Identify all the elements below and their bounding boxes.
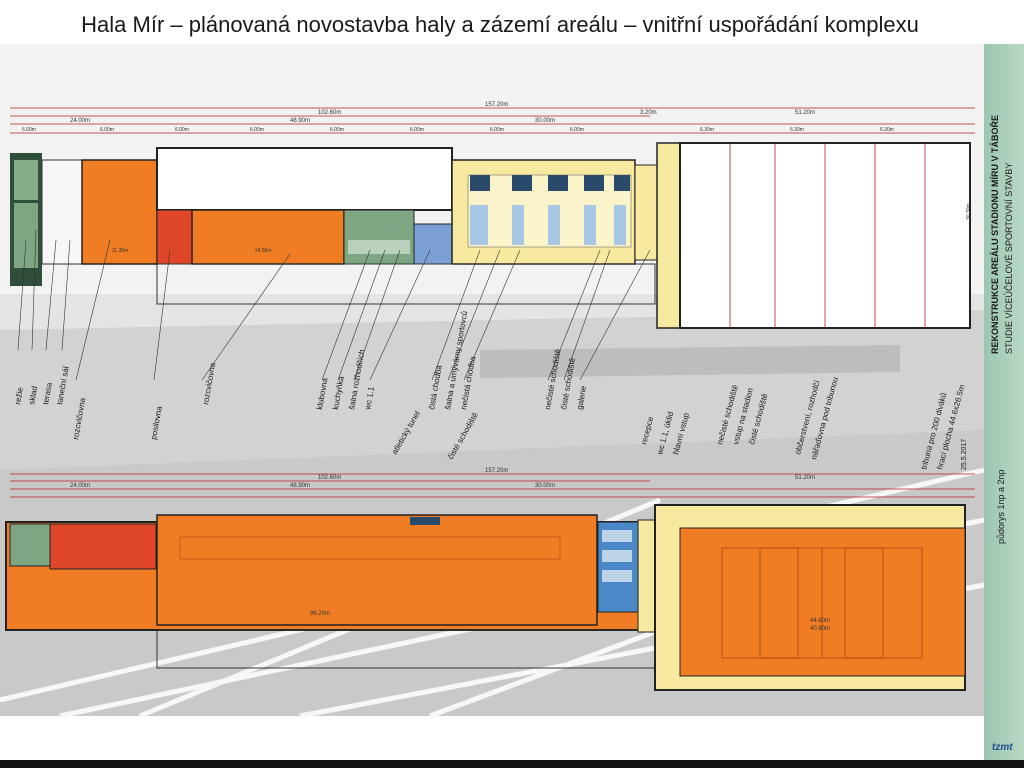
floor-plan-board: 157.20m 102.60m 3.20m 51.20m 48.90m 24.0… xyxy=(0,44,1024,768)
dim-96: 96.20m xyxy=(310,611,330,617)
locker-1 xyxy=(470,175,490,191)
dim-mid-upper: 48.90m xyxy=(290,118,310,124)
dim-bay-upper-8: 6.00m xyxy=(570,127,584,133)
dim-44-60: 44.60m xyxy=(810,618,830,624)
dim-right-lower: 51.20m xyxy=(795,475,815,481)
dim-total-lower: 157.20m xyxy=(485,468,508,474)
dim-30-upper: 30.00m xyxy=(535,118,555,124)
room-storage-red xyxy=(156,209,193,265)
core-wc-3 xyxy=(602,570,632,582)
dim-right-upper: 51.20m xyxy=(795,110,815,116)
dim-gap-upper: 3.20m xyxy=(640,110,657,116)
dim-bay-upper-4: 6.00m xyxy=(250,127,264,133)
core-wc-2 xyxy=(602,550,632,562)
locker-4 xyxy=(584,175,604,191)
shower-5 xyxy=(614,205,626,245)
club-tables xyxy=(348,240,410,254)
dim-mid-lower: 48.90m xyxy=(290,483,310,489)
core-wc-1 xyxy=(602,530,632,542)
dim-bay-upper-7: 6.00m xyxy=(490,127,504,133)
logo-tzmt: tzmt xyxy=(992,742,1013,753)
locker-5 xyxy=(614,175,630,191)
dim-11-35: 11.35m xyxy=(112,248,128,254)
connector-stairs xyxy=(634,164,658,261)
room-naradovna-green xyxy=(9,523,51,567)
dim-total-upper: 157.20m xyxy=(485,102,508,108)
room-club xyxy=(343,209,415,265)
shower-4 xyxy=(584,205,596,245)
slide-title: Hala Mír – plánovaná novostavba haly a z… xyxy=(81,12,919,37)
locker-3 xyxy=(548,175,568,191)
dim-30-lower: 30.00m xyxy=(535,483,555,489)
title-block-text: REKONSTRUKCE AREÁLU STADIONU MÍRU V TÁBO… xyxy=(989,115,1014,753)
dim-bay-upper-1: 6.00m xyxy=(22,127,36,133)
dim-24-lower: 24.00m xyxy=(70,483,90,489)
shower-3 xyxy=(548,205,560,245)
label-sheet-date: 25.5.2017 xyxy=(961,439,968,470)
shower-1 xyxy=(470,205,488,245)
study-name: STUDIE VÍCEÚČELOVÉ SPORTOVNÍ STAVBY xyxy=(1004,163,1014,354)
dim-left-lower: 102.60m xyxy=(318,475,341,481)
room-kitchenette xyxy=(413,223,453,265)
dim-bay63-upper-3: 6.30m xyxy=(880,127,894,133)
locker-2 xyxy=(512,175,532,191)
sheet-name: půdorys 1np a 2np xyxy=(996,469,1006,544)
dim-bay-upper-5: 6.00m xyxy=(330,127,344,133)
dim-bay-upper-2: 6.00m xyxy=(100,127,114,133)
terrace xyxy=(41,159,83,265)
gallery xyxy=(656,142,681,329)
footer-bar xyxy=(0,760,1024,768)
dim-30-30: 30.30m xyxy=(966,203,972,220)
room-posilovna xyxy=(49,523,157,570)
dim-24-55: 24.55m xyxy=(255,248,272,254)
project-name: REKONSTRUKCE AREÁLU STADIONU MÍRU V TÁBO… xyxy=(989,115,1000,354)
dim-40-80: 40.80m xyxy=(810,626,830,632)
shower-2 xyxy=(512,205,524,245)
room-sklad xyxy=(14,203,38,268)
dim-bay-upper-3: 6.00m xyxy=(175,127,189,133)
stair-lower xyxy=(410,517,440,525)
floor-plan-drawing: 157.20m 102.60m 3.20m 51.20m 48.90m 24.0… xyxy=(0,44,985,719)
atletic-tunnel xyxy=(156,514,598,626)
room-rezie xyxy=(14,160,38,200)
dim-bay63-upper-2: 6.30m xyxy=(790,127,804,133)
dim-bay-upper-6: 6.00m xyxy=(410,127,424,133)
dim-24-upper: 24.00m xyxy=(70,118,90,124)
upper-void xyxy=(156,147,453,211)
dim-left-upper: 102.60m xyxy=(318,110,341,116)
dim-bay63-upper-1: 6.30m xyxy=(700,127,714,133)
room-warmup xyxy=(191,209,345,265)
title-block-panel: REKONSTRUKCE AREÁLU STADIONU MÍRU V TÁBO… xyxy=(984,44,1024,768)
